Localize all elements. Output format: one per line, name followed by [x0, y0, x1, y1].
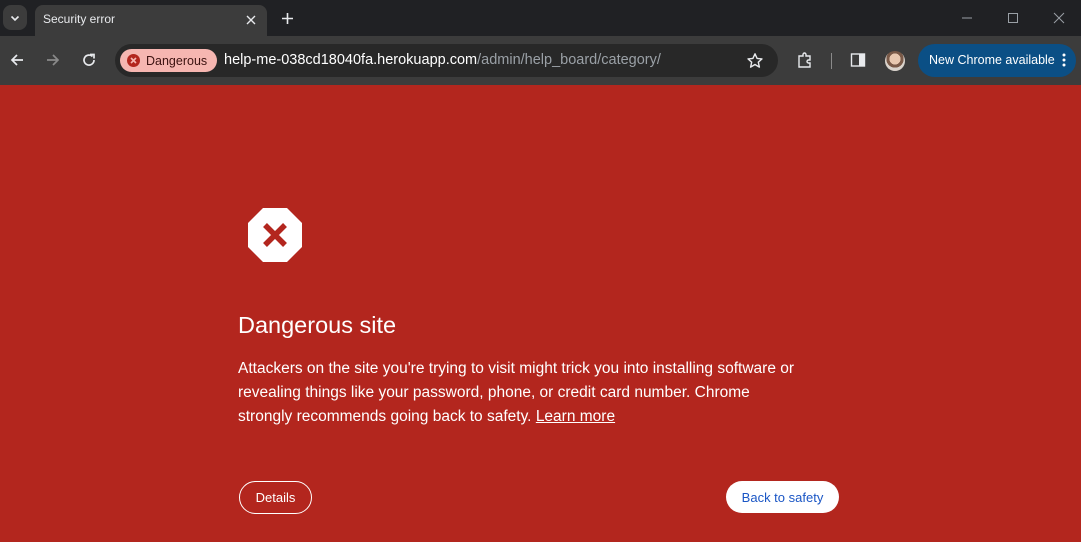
extensions-icon [798, 52, 811, 68]
details-button[interactable]: Details [239, 481, 312, 514]
back-to-safety-button[interactable]: Back to safety [726, 481, 839, 513]
active-tab[interactable]: Security error [35, 5, 267, 36]
update-button-label: New Chrome available [929, 53, 1055, 67]
new-chrome-available-button[interactable]: New Chrome available [918, 44, 1076, 77]
warning-body: Attackers on the site you're trying to v… [238, 360, 795, 425]
tab-strip: Security error [0, 0, 1081, 36]
side-panel-button[interactable] [849, 51, 867, 69]
tab-title: Security error [43, 12, 116, 26]
toolbar-divider [831, 53, 832, 69]
browser-toolbar: Dangerous help-me-038cd18040fa.herokuapp… [0, 36, 1081, 85]
page-title: Dangerous site [238, 312, 397, 338]
tab-search-button[interactable] [3, 5, 27, 30]
security-chip[interactable]: Dangerous [120, 49, 217, 72]
close-window-button[interactable] [1049, 9, 1069, 27]
forward-arrow-icon [47, 54, 60, 66]
maximize-icon [1008, 13, 1018, 23]
back-arrow-icon [10, 54, 23, 66]
warning-message: Attackers on the site you're trying to v… [238, 357, 808, 429]
url-host: help-me-038cd18040fa.herokuapp.com [224, 52, 478, 68]
tab-search-icon [10, 15, 20, 21]
new-tab-button[interactable] [278, 9, 296, 27]
maximize-button[interactable] [1003, 9, 1023, 27]
avatar[interactable] [885, 51, 905, 71]
reload-icon [83, 53, 95, 66]
learn-more-link[interactable]: Learn more [536, 408, 615, 425]
minimize-button[interactable] [957, 9, 977, 27]
address-bar[interactable]: Dangerous help-me-038cd18040fa.herokuapp… [115, 44, 778, 77]
minimize-icon [962, 17, 972, 19]
star-icon[interactable] [746, 52, 764, 70]
extensions-button[interactable] [796, 51, 814, 69]
danger-icon [127, 54, 140, 67]
close-icon [246, 15, 256, 25]
security-chip-label: Dangerous [146, 53, 208, 68]
forward-button[interactable] [42, 49, 64, 71]
back-button[interactable] [6, 49, 28, 71]
reload-button[interactable] [78, 49, 100, 71]
url-text[interactable]: help-me-038cd18040fa.herokuapp.com/admin… [224, 52, 661, 68]
url-path: /admin/help_board/category/ [477, 52, 661, 68]
plus-icon [281, 12, 293, 24]
side-panel-icon [850, 53, 866, 67]
close-icon [1053, 12, 1065, 24]
danger-stop-sign-icon [248, 208, 302, 262]
kebab-menu-icon [1062, 53, 1066, 67]
tab-close-button[interactable] [243, 12, 259, 28]
security-interstitial: Dangerous site Attackers on the site you… [0, 85, 1081, 542]
